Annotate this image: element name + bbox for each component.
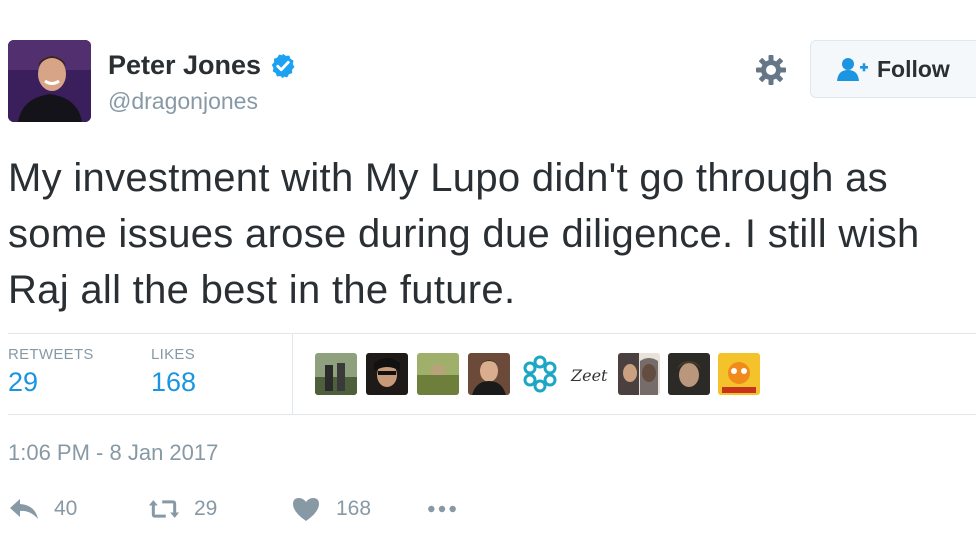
author-avatar[interactable] xyxy=(8,40,91,122)
verified-badge-icon xyxy=(271,53,295,78)
liker-avatar-8[interactable] xyxy=(668,353,710,395)
liker-avatar-5[interactable] xyxy=(519,353,561,395)
reply-icon xyxy=(10,499,38,519)
liker-avatar-7[interactable] xyxy=(618,353,660,395)
reply-count: 40 xyxy=(54,497,78,520)
retweet-count: 29 xyxy=(194,497,218,520)
gear-icon[interactable] xyxy=(753,52,789,88)
liker-avatar-1[interactable] xyxy=(315,353,357,395)
retweets-stat[interactable]: RETWEETS 29 xyxy=(8,346,94,398)
follow-button[interactable]: Follow xyxy=(810,40,976,98)
liker-avatar-3[interactable] xyxy=(417,353,459,395)
heart-icon xyxy=(293,498,319,521)
add-user-icon xyxy=(837,58,868,81)
retweet-icon xyxy=(148,500,180,518)
tweet-timestamp[interactable]: 1:06 PM - 8 Jan 2017 xyxy=(8,440,218,466)
like-button[interactable]: 168 xyxy=(290,495,371,523)
tweet-text: My investment with My Lupo didn't go thr… xyxy=(8,156,920,312)
author-name[interactable]: Peter Jones xyxy=(108,50,261,81)
stats-separator xyxy=(292,333,293,415)
author-name-row[interactable]: Peter Jones xyxy=(108,50,297,81)
retweets-label: RETWEETS xyxy=(8,346,94,363)
author-handle[interactable]: @dragonjones xyxy=(108,88,258,115)
likes-label: LIKES xyxy=(151,346,196,363)
follow-button-label: Follow xyxy=(877,55,950,82)
zeet-logo-text: Zeet xyxy=(570,366,608,385)
divider-bottom xyxy=(8,414,976,415)
tweet-actions: 40 29 168 xyxy=(8,495,508,527)
likes-stat[interactable]: LIKES 168 xyxy=(151,346,196,398)
liker-avatar-4[interactable] xyxy=(468,353,510,395)
liker-avatar-6[interactable]: Zeet xyxy=(569,353,611,395)
likes-count: 168 xyxy=(151,367,197,397)
liker-avatar-9[interactable] xyxy=(718,353,760,395)
retweets-count: 29 xyxy=(8,367,39,397)
reply-button[interactable]: 40 xyxy=(8,495,77,523)
like-count: 168 xyxy=(336,497,372,520)
more-button[interactable] xyxy=(426,495,458,523)
more-dots-icon xyxy=(428,505,456,513)
liker-avatar-2[interactable] xyxy=(366,353,408,395)
retweet-button[interactable]: 29 xyxy=(148,495,217,523)
tweet-stats: RETWEETS 29 LIKES 168 Zeet xyxy=(0,333,976,415)
